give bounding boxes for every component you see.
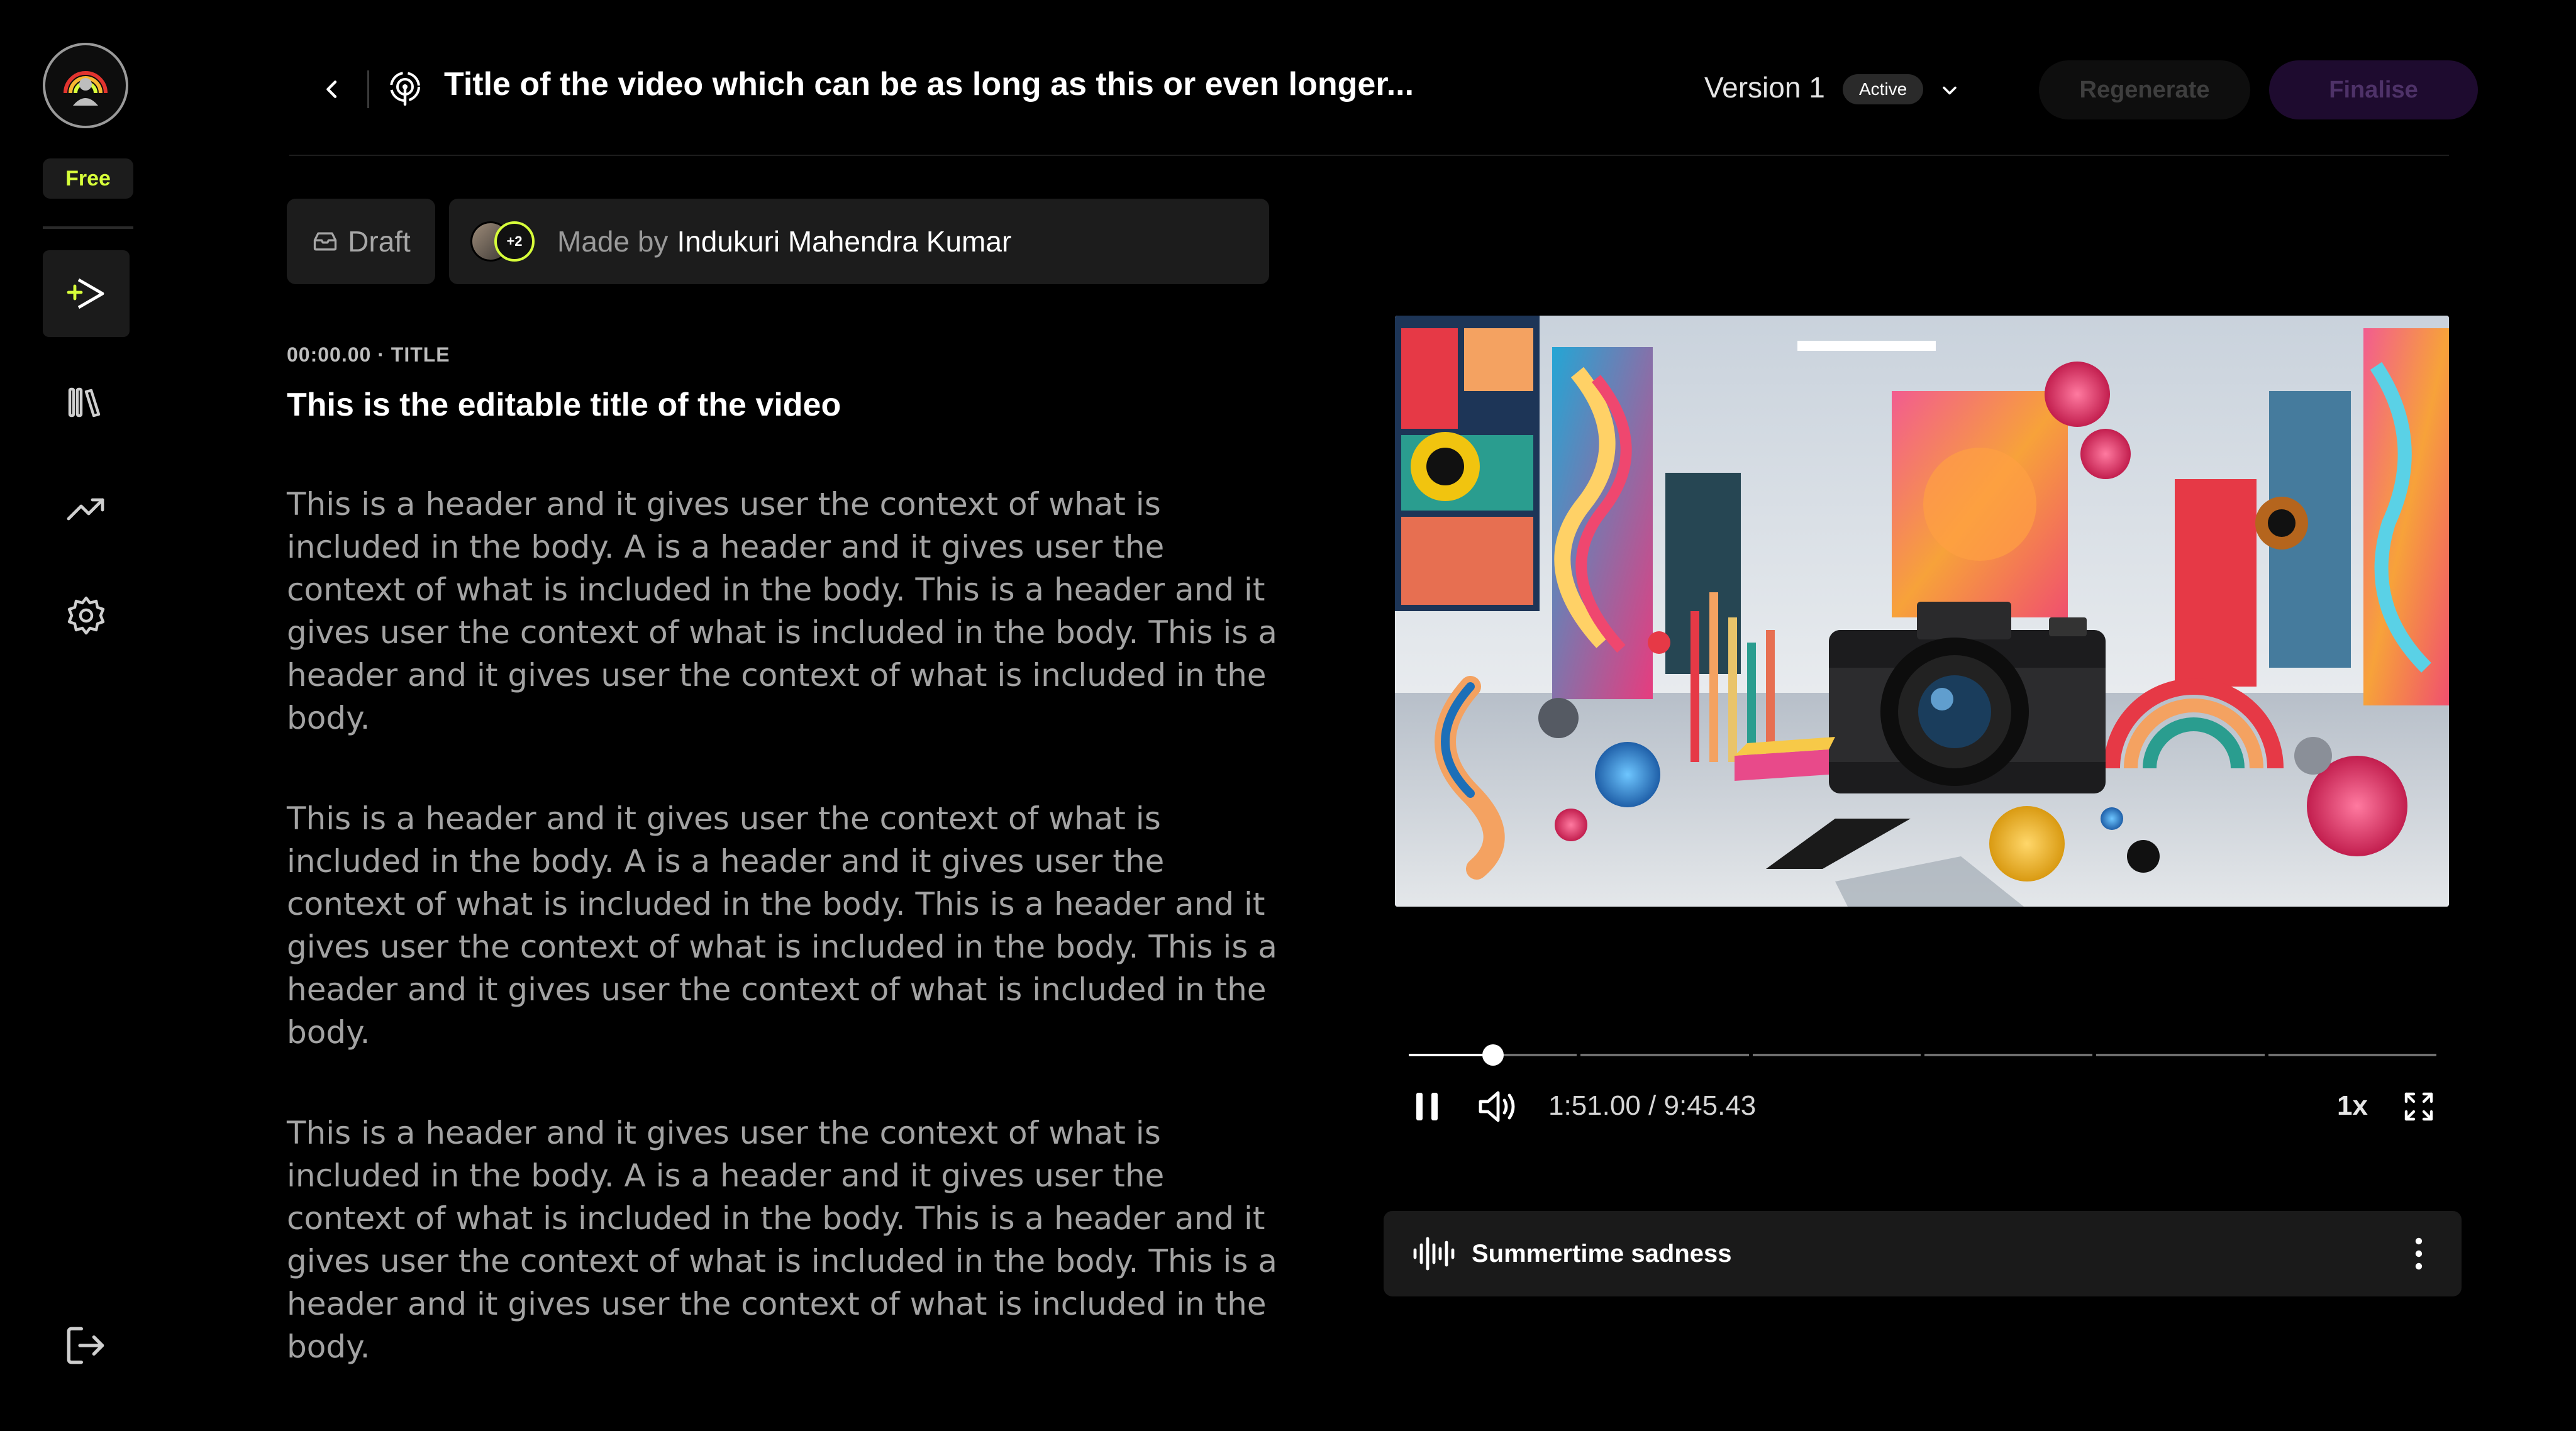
audio-waveform-icon <box>1413 1237 1455 1271</box>
collaborators-chip[interactable]: +2 Made by Indukuri Mahendra Kumar <box>449 199 1269 284</box>
more-collaborators-badge: +2 <box>494 221 535 262</box>
version-label[interactable]: Version 1 <box>1704 70 1825 104</box>
volume-button[interactable] <box>1475 1086 1521 1127</box>
pause-button[interactable] <box>1411 1089 1444 1124</box>
draft-label: Draft <box>348 225 411 258</box>
music-track-row[interactable]: Summertime sadness <box>1384 1211 2462 1296</box>
page-title[interactable]: Title of the video which can be as long … <box>444 65 1414 103</box>
regenerate-button[interactable]: Regenerate <box>2039 60 2250 119</box>
sidebar-divider <box>43 226 133 229</box>
progress-segment[interactable] <box>1924 1054 2093 1056</box>
track-options-button[interactable] <box>2406 1235 2431 1273</box>
progress-fill <box>1409 1054 1493 1056</box>
progress-segment[interactable] <box>2096 1054 2265 1056</box>
version-dropdown-button[interactable] <box>1931 72 1968 109</box>
author-name: Indukuri Mahendra Kumar <box>677 225 1012 258</box>
pause-icon <box>1416 1093 1438 1120</box>
time-readout: 1:51.00 / 9:45.43 <box>1548 1090 1757 1121</box>
script-paragraph[interactable]: This is a header and it gives user the c… <box>287 1112 1287 1368</box>
playback-progress[interactable] <box>1409 1044 2436 1066</box>
music-track-name: Summertime sadness <box>1472 1239 1732 1268</box>
video-preview[interactable] <box>1395 316 2449 907</box>
logout-button[interactable] <box>60 1320 111 1371</box>
sidebar-item-settings[interactable] <box>43 572 130 659</box>
progress-segment[interactable] <box>1752 1054 1921 1056</box>
section-timestamp: 00:00.00 · TITLE <box>287 343 450 366</box>
made-by-label: Made by <box>557 225 669 258</box>
sidebar-item-create[interactable] <box>43 250 130 337</box>
logo-mark-icon <box>64 71 108 106</box>
sidebar-item-library[interactable] <box>43 358 130 445</box>
logout-icon <box>67 1327 104 1364</box>
podcast-mic-icon <box>390 72 420 106</box>
gear-icon <box>67 596 105 635</box>
fullscreen-icon <box>2404 1092 2433 1121</box>
status-badge: Active <box>1843 74 1924 104</box>
header-divider <box>289 155 2449 156</box>
play-plus-icon <box>67 278 104 309</box>
library-icon <box>68 387 101 417</box>
draft-status-chip[interactable]: Draft <box>287 199 435 284</box>
finalise-button[interactable]: Finalise <box>2269 60 2478 119</box>
app-logo[interactable] <box>43 43 128 128</box>
playback-speed-button[interactable]: 1x <box>2337 1090 2368 1122</box>
script-paragraph[interactable]: This is a header and it gives user the c… <box>287 483 1287 739</box>
volume-icon <box>1479 1091 1515 1122</box>
editable-video-title[interactable]: This is the editable title of the video <box>287 386 841 424</box>
header-separator <box>367 70 369 108</box>
chevron-down-icon <box>1943 86 1957 95</box>
trending-up-icon <box>67 498 104 521</box>
sidebar-item-analytics[interactable] <box>43 465 130 552</box>
video-thumbnail <box>1395 316 2449 907</box>
more-vertical-icon <box>2415 1237 2423 1270</box>
progress-segment[interactable] <box>2268 1054 2436 1056</box>
back-button[interactable] <box>314 69 350 109</box>
script-paragraph[interactable]: This is a header and it gives user the c… <box>287 797 1287 1054</box>
drafts-tray-icon <box>314 232 337 251</box>
progress-handle[interactable] <box>1482 1044 1504 1066</box>
plan-badge: Free <box>43 158 133 199</box>
fullscreen-button[interactable] <box>2402 1090 2435 1123</box>
chevron-left-icon <box>326 80 337 98</box>
progress-segment[interactable] <box>1580 1054 1749 1056</box>
